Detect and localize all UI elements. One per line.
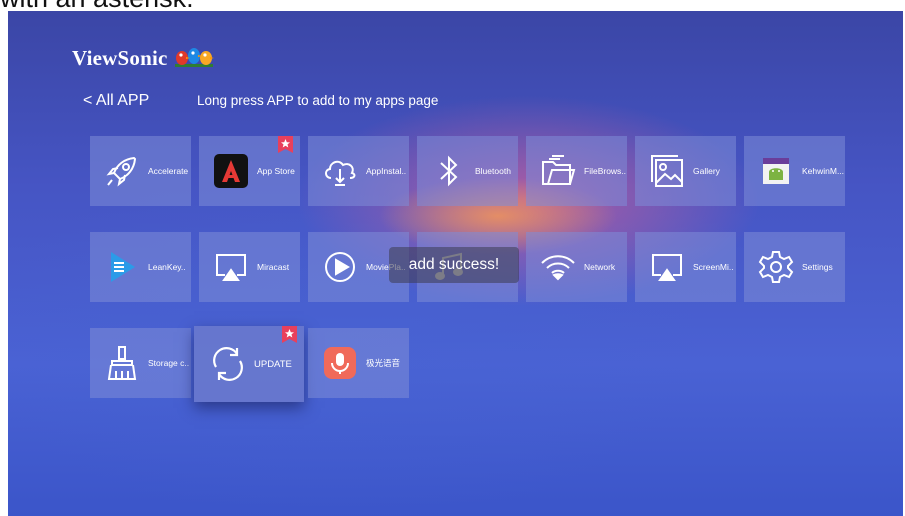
leankey-icon [102,247,142,287]
app-label: Miracast [257,262,290,272]
rocket-icon [102,151,142,191]
birds-logo-icon [174,48,214,67]
star-badge-icon [282,326,297,343]
app-tile-kehwin[interactable]: KehwinM... [744,136,845,206]
app-label: Gallery [693,166,720,176]
app-label: Network [584,262,616,272]
brand-name: ViewSonic [72,45,168,70]
app-tile-storage-cleaner[interactable]: Storage c.. [90,328,191,398]
android-icon [756,151,796,191]
app-tile-accelerate[interactable]: Accelerate [90,136,191,206]
toast-message: add success! [389,247,519,283]
app-label: AppInstal.. [366,166,407,176]
app-tile-app-store[interactable]: App Store [199,136,300,206]
hint-text: Long press APP to add to my apps page [197,93,439,108]
app-label: LeanKey.. [148,262,186,272]
app-store-icon [211,151,251,191]
launcher-screen: ViewSonic < All APP Long press APP to ad… [8,11,903,516]
app-tile-settings[interactable]: Settings [744,232,845,302]
app-label: UPDATE [254,358,292,370]
wifi-icon [538,247,578,287]
folder-icon [538,151,578,191]
microphone-icon [320,343,360,383]
screen-mirror-icon [647,247,687,287]
app-tile-update[interactable]: UPDATE [194,326,304,402]
gear-icon [756,247,796,287]
app-tile-screenmirror[interactable]: ScreenMi.. [635,232,736,302]
app-label: KehwinM... [802,166,845,176]
app-tile-leankey[interactable]: LeanKey.. [90,232,191,302]
cloud-download-icon [320,151,360,191]
app-label: 极光语音 [366,358,401,368]
app-label: FileBrows.. [584,166,627,176]
refresh-icon [208,344,248,384]
cast-icon [211,247,251,287]
play-icon [320,247,360,287]
app-label: Accelerate [148,166,189,176]
app-tile-miracast[interactable]: Miracast [199,232,300,302]
brand-logo: ViewSonic [72,45,214,71]
app-tile-gallery[interactable]: Gallery [635,136,736,206]
app-tile-voice[interactable]: 极光语音 [308,328,409,398]
gallery-icon [647,151,687,191]
app-tile-bluetooth[interactable]: Bluetooth [417,136,518,206]
app-label: Bluetooth [475,166,511,176]
app-tile-network[interactable]: Network [526,232,627,302]
star-badge-icon [278,136,293,153]
app-tile-appinstaller[interactable]: AppInstal.. [308,136,409,206]
app-label: Storage c.. [148,358,190,368]
app-label: Settings [802,262,833,272]
app-label: App Store [257,166,295,176]
broom-icon [102,343,142,383]
app-tile-filebrowser[interactable]: FileBrows.. [526,136,627,206]
back-to-all-apps-button[interactable]: < All APP [83,92,149,110]
app-label: ScreenMi.. [693,262,734,272]
bluetooth-icon [429,151,469,191]
